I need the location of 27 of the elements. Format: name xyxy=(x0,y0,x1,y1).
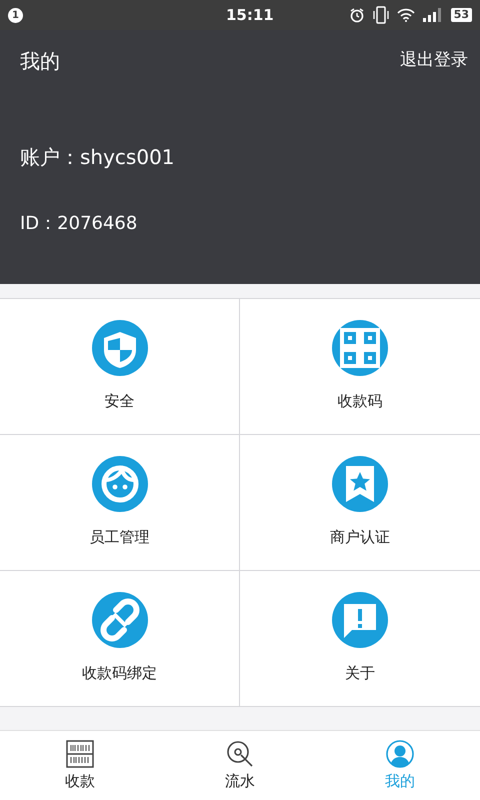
person-icon xyxy=(386,740,414,768)
barcode-icon xyxy=(66,740,94,768)
face-icon xyxy=(92,456,148,512)
nav-tab[interactable]: 收款 xyxy=(0,731,160,800)
menu-tile[interactable]: 员工管理 xyxy=(0,435,240,571)
battery-indicator: 53 xyxy=(450,8,472,22)
menu-tile[interactable]: 商户认证 xyxy=(240,435,480,571)
menu-tile[interactable]: 关于 xyxy=(240,571,480,707)
id-text: ID：2076468 xyxy=(19,212,138,236)
signal-icon xyxy=(422,8,443,22)
menu-tile[interactable]: 收款码绑定 xyxy=(0,571,240,707)
wifi-icon xyxy=(396,8,415,22)
notification-badge: 1 xyxy=(8,8,23,22)
nav-tab[interactable]: 流水 xyxy=(160,731,320,800)
qr-code-icon xyxy=(332,320,388,376)
menu-tile[interactable]: 安全 xyxy=(0,299,240,435)
logout-button[interactable]: 退出登录 xyxy=(400,48,468,74)
speech-bubble-exclamation-icon xyxy=(332,592,388,648)
page-title: 我的 xyxy=(20,48,60,75)
alarm-icon xyxy=(348,7,365,23)
chain-link-icon xyxy=(92,592,148,648)
search-icon xyxy=(226,740,254,768)
clock: 15:11 xyxy=(226,4,274,26)
shield-icon xyxy=(92,320,148,376)
account-text: 账户：shycs001 xyxy=(19,144,176,171)
vibrate-icon xyxy=(372,6,389,24)
menu-tile[interactable]: 收款码 xyxy=(240,299,480,435)
